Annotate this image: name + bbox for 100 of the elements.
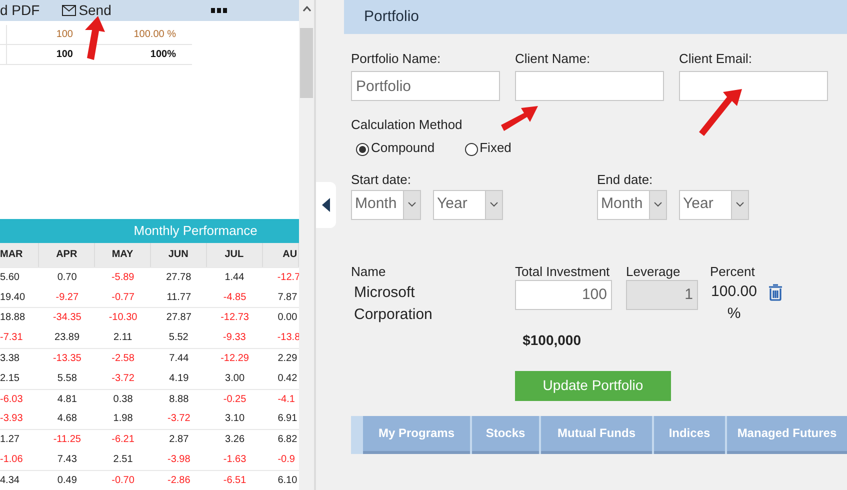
table-cell-text: 2.29 — [276, 352, 298, 366]
table-cell-text: 2.87 — [168, 433, 190, 448]
table-cell-text: -7.31 — [0, 331, 24, 346]
table-cell-text: -9.27 — [54, 290, 80, 305]
table-title: Monthly Performance — [0, 218, 300, 243]
table-cell-text: 6.10 — [276, 474, 298, 488]
table-cell-text: -2.58 — [110, 352, 136, 366]
dropdown[interactable]: Year — [679, 190, 749, 220]
column-header: JUL — [206, 242, 263, 267]
table-cell-text: 1.44 — [224, 270, 246, 285]
leverage-field: 1 — [626, 280, 698, 310]
table-cell-text: -10.30 — [108, 311, 138, 326]
column-header: Leverage — [626, 262, 682, 280]
investment-field[interactable]: 100 — [515, 280, 612, 310]
field-label: Client Email: — [679, 50, 753, 68]
table-cell-text: 23.89 — [54, 331, 81, 346]
table-cell-text: 6.82 — [276, 433, 298, 448]
table-cell-text: -0.25 — [222, 392, 248, 407]
table-cell-text: 3.00 — [224, 372, 246, 386]
table-cell-text: 3.10 — [224, 412, 246, 426]
radio-button[interactable] — [356, 143, 369, 156]
triangle-left-icon — [322, 198, 330, 212]
annotation-arrow-icon — [500, 104, 540, 132]
field-label: End date: — [597, 170, 654, 188]
percent-value: 100.00 % — [710, 282, 758, 324]
radio-label: Fixed — [480, 139, 512, 157]
column-header: MAR — [0, 242, 40, 267]
table-cell-text: -9.33 — [222, 331, 247, 346]
table-cell-text: 0.70 — [56, 270, 78, 285]
table-cell-text: 3.26 — [224, 433, 246, 448]
send-button[interactable]: Send — [62, 0, 112, 21]
scrollbar-thumb[interactable] — [300, 28, 314, 98]
table-cell-text: 1.27 — [0, 433, 20, 448]
collapse-button[interactable] — [316, 182, 336, 228]
table-cell-text: -3.93 — [0, 412, 24, 426]
panel-title: Portfolio — [364, 6, 420, 27]
radio-button[interactable] — [464, 143, 478, 156]
table-cell-text: 100.00 % — [132, 28, 177, 42]
table-cell-text: -6.51 — [222, 474, 248, 488]
section-label: Calculation Method — [351, 116, 462, 133]
text-field[interactable] — [515, 71, 664, 101]
table-cell-text: -4.1 — [276, 392, 296, 407]
table-cell-text: 8.88 — [168, 392, 190, 407]
table-cell-text: 11.77 — [166, 290, 192, 305]
annotation-arrow-icon — [698, 88, 744, 138]
table-cell-text: 0.00 — [276, 311, 298, 326]
toolbar-link[interactable]: d PDF — [0, 0, 40, 21]
table-cell-text: 2.15 — [0, 372, 20, 386]
table-cell-text: 1.98 — [112, 412, 134, 426]
table-cell-text: -3.72 — [110, 372, 136, 386]
holding-name: Microsoft Corporation — [353, 282, 434, 324]
mail-icon — [62, 5, 76, 16]
column-header: Percent — [710, 262, 756, 280]
table-cell-text: 27.78 — [165, 270, 192, 285]
table-cell-text: -11.25 — [52, 433, 82, 448]
table-cell-text: 19.40 — [0, 290, 26, 305]
table-cell-text: 100% — [149, 48, 177, 62]
table-cell-text: -3.72 — [166, 412, 192, 426]
table-cell-text: 0.42 — [276, 372, 298, 386]
table-cell-text: 7.44 — [168, 352, 190, 366]
field-label: Start date: — [351, 170, 412, 188]
table-cell-text: 2.11 — [112, 331, 134, 346]
table-cell-text: -2.86 — [166, 474, 192, 488]
table-cell-text: -12.73 — [220, 311, 250, 326]
table-cell-text: 7.87 — [276, 290, 298, 305]
radio-label: Compound — [371, 139, 435, 157]
table-cell-text: -12.7 — [276, 270, 300, 285]
trash-icon[interactable] — [768, 284, 783, 300]
column-header: MAY — [95, 242, 151, 267]
table-cell-text: 27.87 — [165, 311, 192, 326]
table-cell-text: -12.29 — [220, 352, 250, 366]
dropdown[interactable]: Month — [597, 190, 667, 220]
column-header: JUN — [150, 242, 207, 267]
text-field[interactable]: Portfolio — [351, 71, 500, 101]
scroll-up-icon[interactable] — [302, 6, 311, 12]
table-cell-text: -1.63 — [222, 453, 248, 468]
text-field[interactable] — [679, 71, 828, 101]
chevron-down-icon — [408, 202, 416, 207]
table-cell-text: 6.91 — [276, 412, 298, 426]
table-cell-text: 5.58 — [56, 372, 78, 386]
more-icon[interactable] — [211, 8, 228, 13]
dropdown[interactable]: Month — [351, 190, 421, 220]
chevron-down-icon — [490, 202, 498, 207]
dropdown[interactable]: Year — [433, 190, 503, 220]
table-cell-text: -6.03 — [0, 392, 24, 407]
field-label: Client Name: — [515, 50, 592, 68]
table-cell-text: 5.52 — [168, 331, 190, 346]
table-cell-text: -0.9 — [276, 453, 296, 468]
table-cell-text: -4.85 — [222, 290, 248, 305]
column-header: APR — [39, 242, 96, 267]
column-header: Total Investment — [515, 262, 611, 280]
table-cell-text: 0.38 — [112, 392, 134, 407]
table-cell-text: -34.35 — [52, 311, 82, 326]
table-cell-text: 0.49 — [56, 474, 78, 488]
table-cell-text: 100 — [55, 28, 73, 42]
table-cell-text: -13.35 — [52, 352, 82, 366]
table-cell-text: 4.81 — [56, 392, 78, 407]
total-amount: $100,000 — [522, 330, 581, 350]
table-cell-text: 5.60 — [0, 270, 20, 285]
table-cell-text: -0.70 — [110, 474, 136, 488]
